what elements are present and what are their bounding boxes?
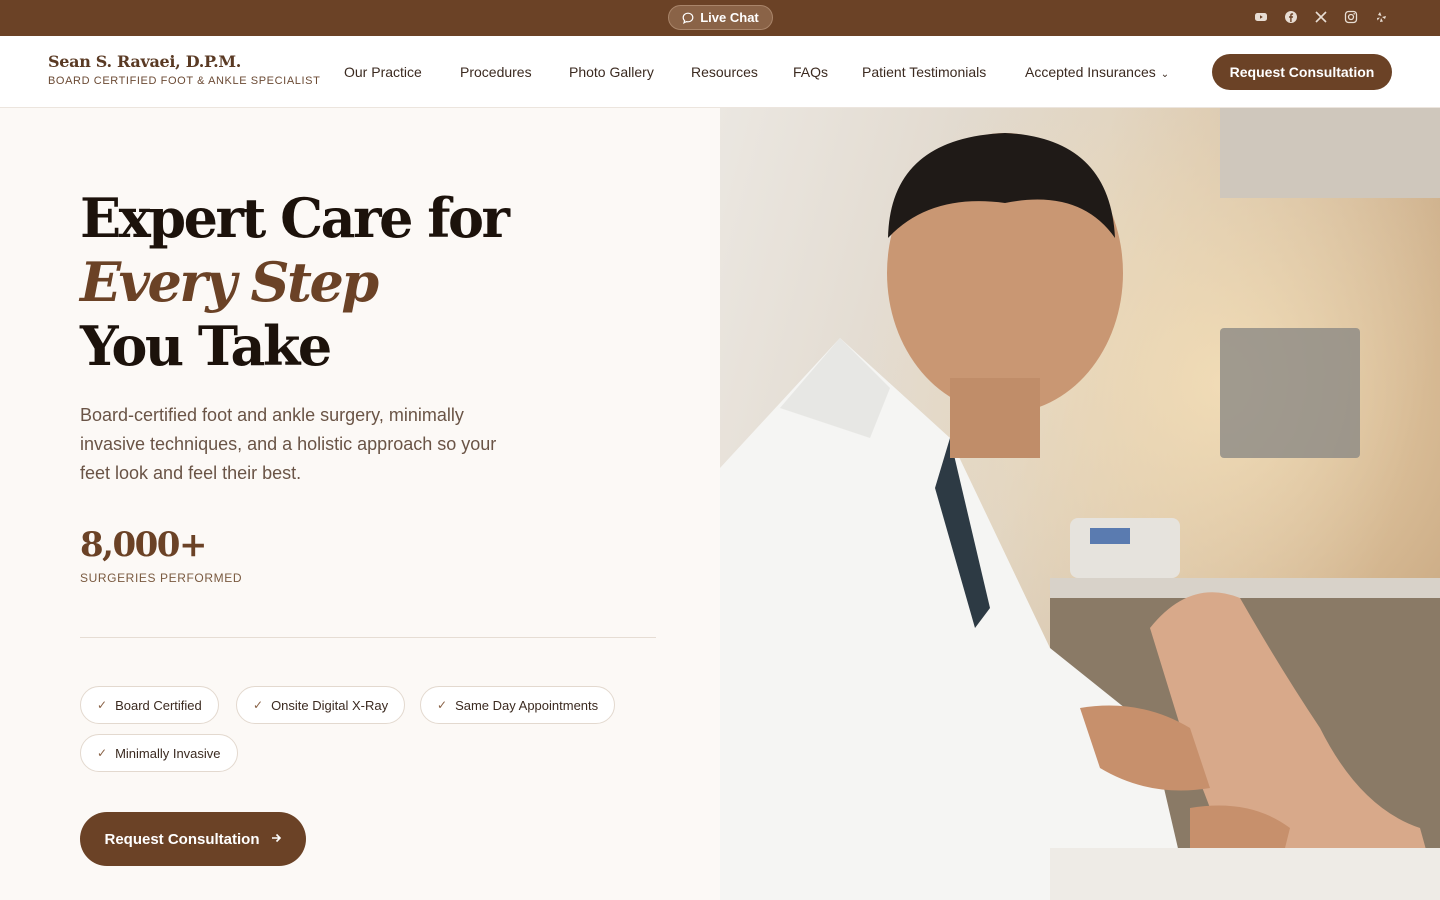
hero-description: Board-certified foot and ankle surgery, … (80, 405, 497, 483)
nav-accepted-insurances-label: Accepted Insurances (1025, 64, 1156, 80)
badge-same-day: ✓ Same Day Appointments (420, 686, 616, 724)
badge-label: Same Day Appointments (455, 697, 599, 713)
hero-request-consultation-button[interactable]: Request Consultation (80, 812, 306, 866)
badge-label: Onsite Digital X-Ray (271, 697, 389, 713)
header-request-consultation-button[interactable]: Request Consultation (1212, 54, 1392, 90)
brand-name[interactable]: Sean S. Ravaei, D.P.M. (48, 52, 241, 71)
divider (80, 637, 656, 638)
x-icon[interactable] (1314, 10, 1328, 24)
yelp-icon[interactable] (1374, 10, 1388, 24)
arrow-right-icon (270, 831, 282, 848)
hero-photo (720, 108, 1440, 900)
youtube-icon[interactable] (1254, 10, 1268, 24)
check-icon: ✓ (97, 698, 108, 712)
nav-procedures[interactable]: Procedures (460, 64, 532, 80)
nav-accepted-insurances[interactable]: Accepted Insurances ⌄ (1025, 64, 1169, 80)
nav-faqs[interactable]: FAQs (793, 64, 828, 80)
badge-label: Board Certified (115, 697, 202, 713)
nav-resources[interactable]: Resources (691, 64, 758, 80)
hero-title-line-1: Expert Care for (80, 186, 510, 250)
nav-our-practice[interactable]: Our Practice (344, 64, 422, 80)
badge-minimally-invasive: ✓ Minimally Invasive (80, 734, 238, 772)
site-header: Sean S. Ravaei, D.P.M. BOARD CERTIFIED F… (0, 36, 1440, 108)
check-icon: ✓ (437, 698, 448, 712)
live-chat-label: Live Chat (700, 10, 759, 25)
hero-cta-label: Request Consultation (104, 830, 260, 848)
facebook-icon[interactable] (1284, 10, 1298, 24)
nav-photo-gallery[interactable]: Photo Gallery (569, 64, 654, 80)
badge-board-certified: ✓ Board Certified (80, 686, 219, 724)
stat-value: 8,000+ (80, 525, 207, 565)
social-links (1254, 10, 1388, 24)
instagram-icon[interactable] (1344, 10, 1358, 24)
nav-patient-testimonials[interactable]: Patient Testimonials (862, 64, 986, 80)
chevron-down-icon: ⌄ (1160, 69, 1170, 80)
top-bar: Live Chat (0, 0, 1440, 36)
live-chat-button[interactable]: Live Chat (668, 5, 773, 30)
badge-label: Minimally Invasive (115, 745, 221, 761)
check-icon: ✓ (253, 698, 264, 712)
badge-onsite-xray: ✓ Onsite Digital X-Ray (236, 686, 406, 724)
brand-subtitle: BOARD CERTIFIED FOOT & ANKLE SPECIALIST (48, 75, 321, 87)
hero-title: Expert Care for Every Step You Take (80, 186, 510, 378)
doctor-examining-foot-image (720, 108, 1440, 900)
check-icon: ✓ (97, 746, 108, 760)
stat-label: SURGERIES PERFORMED (80, 571, 243, 585)
hero-title-accent: Every Step (80, 250, 379, 314)
chat-bubble-icon (682, 12, 694, 24)
hero-title-line-3: You Take (80, 314, 332, 378)
